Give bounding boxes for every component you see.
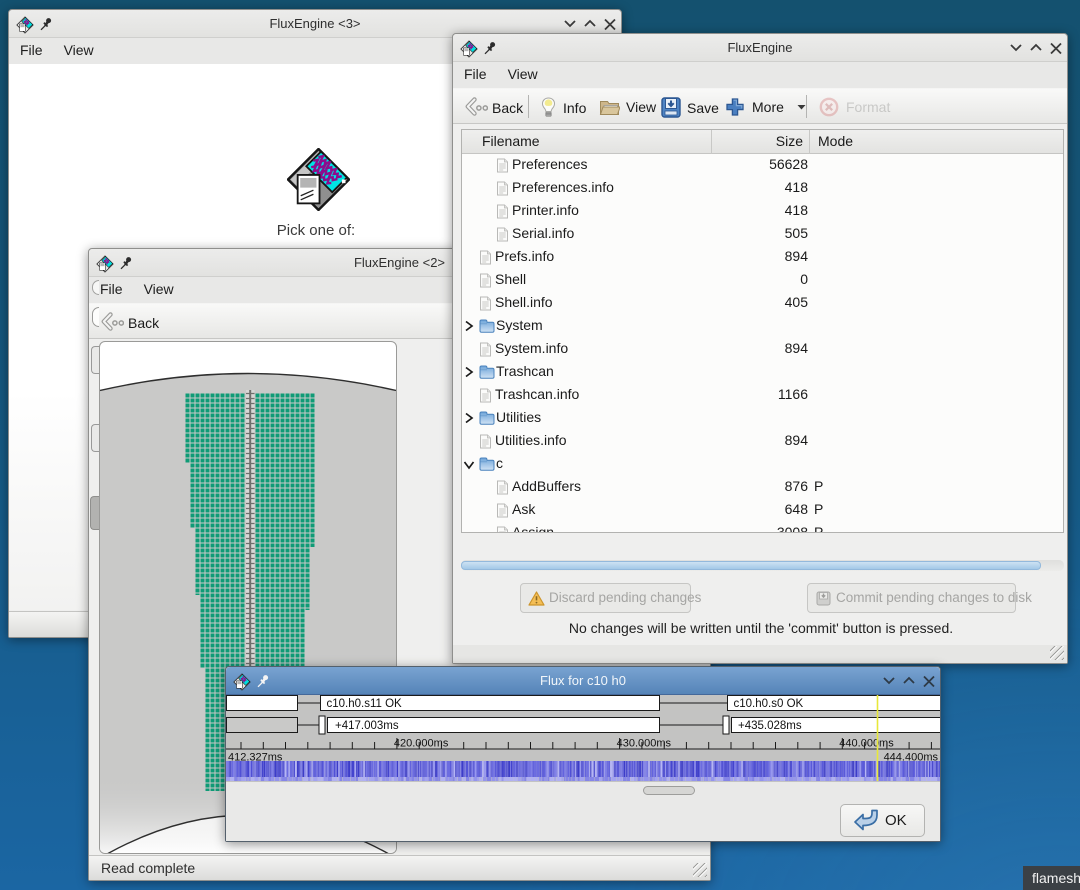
svg-text:+417.003ms: +417.003ms (335, 720, 399, 732)
svg-text:440.000ms: 440.000ms (839, 738, 894, 750)
svg-text:c10.h0.s0 OK: c10.h0.s0 OK (734, 698, 804, 710)
svg-text:+435.028ms: +435.028ms (738, 720, 802, 732)
svg-text:c10.h0.s11 OK: c10.h0.s11 OK (327, 698, 403, 710)
svg-text:430.000ms: 430.000ms (617, 738, 672, 750)
svg-text:420.000ms: 420.000ms (394, 738, 449, 750)
